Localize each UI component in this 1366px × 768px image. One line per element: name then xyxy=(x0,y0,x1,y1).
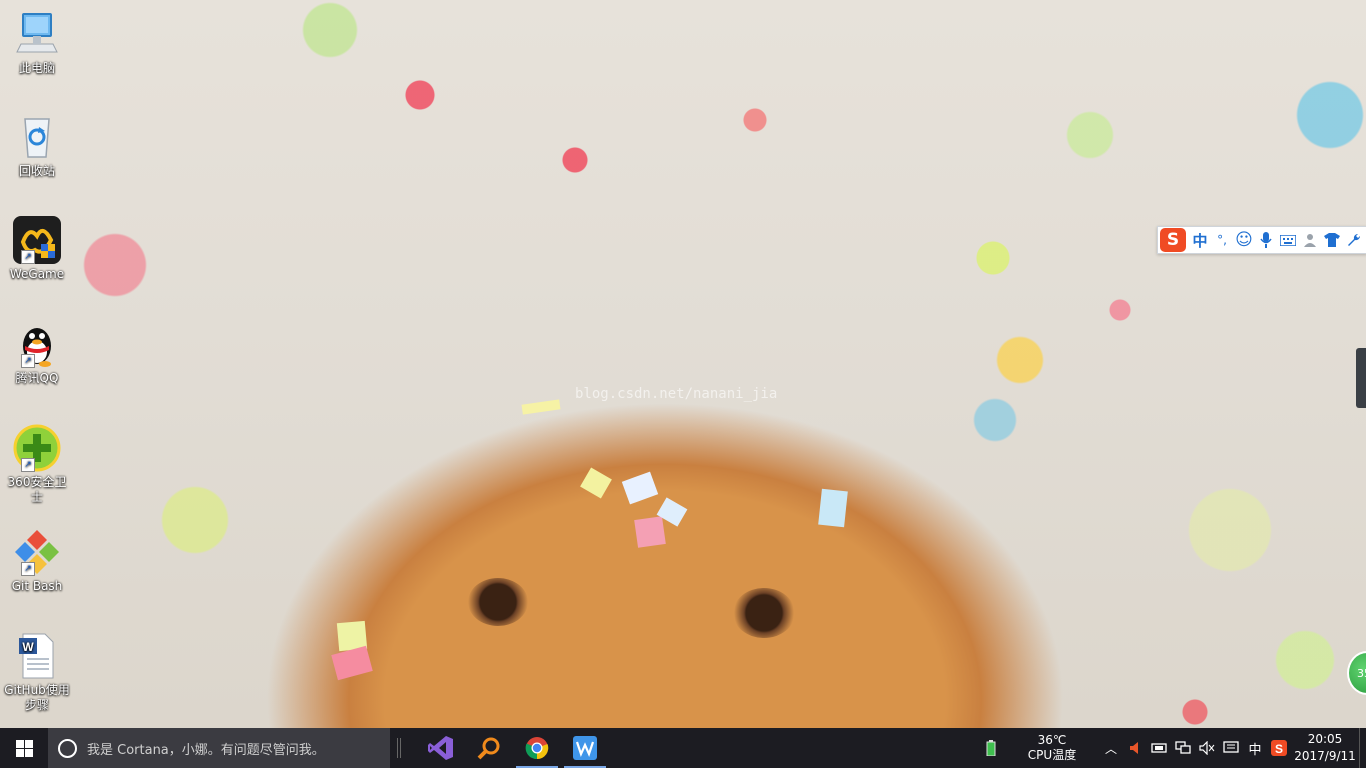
user-icon[interactable] xyxy=(1299,229,1321,251)
search-placeholder: 我是 Cortana，小娜。有问题尽管问我。 xyxy=(87,742,325,758)
shortcut-arrow-icon: ↗ xyxy=(21,354,35,368)
svg-text:S: S xyxy=(1275,742,1283,756)
sogou-logo-icon[interactable]: S xyxy=(1160,228,1186,252)
cpu-temp-value: 36℃ xyxy=(1037,733,1067,747)
microphone-icon[interactable] xyxy=(1255,229,1277,251)
desktop-icon-qq[interactable]: ↗ 腾讯QQ xyxy=(2,320,72,386)
action-center-icon[interactable] xyxy=(1219,728,1243,768)
shortcut-arrow-icon: ↗ xyxy=(21,562,35,576)
network-icon[interactable] xyxy=(1171,728,1195,768)
desktop-icon-wegame[interactable]: ↗ WeGame xyxy=(2,216,72,282)
emoji-icon[interactable]: ☺ xyxy=(1233,229,1255,251)
desktop-icon-label: 腾讯QQ xyxy=(15,371,59,385)
cpu-temp-label: CPU温度 xyxy=(1027,748,1077,762)
cpu-temperature[interactable]: 36℃ CPU温度 xyxy=(1021,733,1083,763)
desktop-icon-label: 此电脑 xyxy=(18,61,55,75)
start-button[interactable] xyxy=(0,728,48,768)
qq-penguin-icon: ↗ xyxy=(13,320,61,368)
taskbar-clock[interactable]: 20:05 2017/9/11 xyxy=(1291,731,1359,765)
desktop-icon-recycle-bin[interactable]: 回收站 xyxy=(2,113,72,179)
wegame-icon: ↗ xyxy=(13,216,61,264)
word-document-icon: W xyxy=(13,632,61,680)
dog-eye-left xyxy=(468,578,528,626)
cortana-search-box[interactable]: 我是 Cortana，小娜。有问题尽管问我。 xyxy=(48,728,390,768)
taskbar-app-chrome[interactable] xyxy=(513,728,561,768)
chevron-up-icon[interactable]: ︿ xyxy=(1099,728,1123,768)
360-security-icon: ↗ xyxy=(13,424,61,472)
wrench-icon[interactable] xyxy=(1343,229,1365,251)
system-tray: 36℃ CPU温度 ︿ 中 S 20:05 2017/9/11 xyxy=(979,728,1366,768)
desktop-wallpaper xyxy=(0,0,1366,728)
ime-indicator[interactable]: 中 xyxy=(1243,728,1267,768)
desktop-icon-label: Git Bash xyxy=(11,579,63,593)
taskbar-app-search-everything[interactable] xyxy=(465,728,513,768)
device-icon[interactable] xyxy=(1147,728,1171,768)
sogou-tray-icon[interactable]: S xyxy=(1267,728,1291,768)
magnifier-app-icon xyxy=(477,737,500,760)
punctuation-icon[interactable]: °, xyxy=(1211,229,1233,251)
skin-shirt-icon[interactable] xyxy=(1321,229,1343,251)
desktop-icon-git-bash[interactable]: ↗ Git Bash xyxy=(2,528,72,594)
taskbar-app-wps[interactable] xyxy=(561,728,609,768)
recycle-bin-icon xyxy=(13,113,61,161)
chrome-icon xyxy=(525,737,549,760)
taskbar: 我是 Cortana，小娜。有问题尽管问我。 36℃ CPU温度 ︿ 中 S 2… xyxy=(0,728,1366,768)
wps-icon xyxy=(573,736,597,760)
computer-icon xyxy=(13,10,61,58)
clock-time: 20:05 xyxy=(1307,732,1343,746)
keyboard-icon[interactable] xyxy=(1277,229,1299,251)
visual-studio-icon xyxy=(428,736,453,760)
side-panel-handle[interactable] xyxy=(1356,348,1366,408)
desktop-icon-label: 回收站 xyxy=(18,164,55,178)
svg-text:W: W xyxy=(22,640,34,654)
desktop-icon-label: GitHub使用步骤 xyxy=(4,683,70,712)
confetti-piece xyxy=(818,488,848,528)
taskbar-divider xyxy=(397,738,401,758)
cortana-ring-icon xyxy=(58,738,77,758)
shortcut-arrow-icon: ↗ xyxy=(21,250,35,264)
confetti-piece xyxy=(634,516,666,548)
desktop-icon-label: 360安全卫士 xyxy=(7,475,67,504)
windows-logo-icon xyxy=(15,739,33,757)
desktop-icon-label: WeGame xyxy=(9,267,65,281)
speaker-app-icon[interactable] xyxy=(1123,728,1147,768)
volume-muted-icon[interactable] xyxy=(1195,728,1219,768)
git-bash-icon: ↗ xyxy=(13,528,61,576)
desktop-icon-360[interactable]: ↗ 360安全卫士 xyxy=(2,424,72,505)
clock-date: 2017/9/11 xyxy=(1294,749,1356,763)
battery-usb-icon[interactable] xyxy=(979,728,1003,768)
shortcut-arrow-icon: ↗ xyxy=(21,458,35,472)
desktop-icon-this-pc[interactable]: 此电脑 xyxy=(2,10,72,76)
desktop-icon-github-doc[interactable]: W GitHub使用步骤 xyxy=(2,632,72,713)
watermark-text: blog.csdn.net/nanani_jia xyxy=(575,386,778,402)
dog-eye-right xyxy=(733,588,795,638)
show-desktop-button[interactable] xyxy=(1359,728,1366,768)
ime-toolbar[interactable]: S 中 °, ☺ xyxy=(1157,226,1366,254)
chinese-mode-icon[interactable]: 中 xyxy=(1189,229,1211,251)
taskbar-app-visual-studio[interactable] xyxy=(417,728,465,768)
